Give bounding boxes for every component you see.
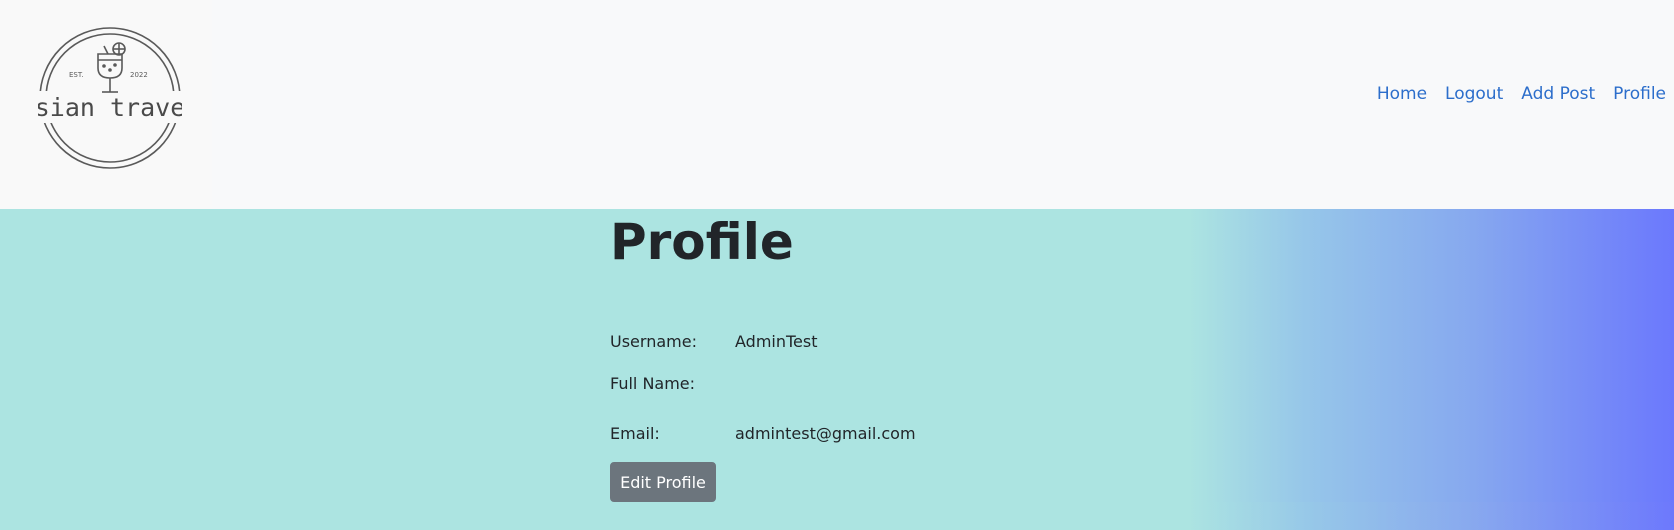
fullname-row: Full Name:	[610, 374, 735, 393]
logo-link[interactable]: EST. 2022 asian travel	[0, 0, 212, 209]
nav-link-logout[interactable]: Logout	[1436, 84, 1512, 104]
page-title: Profile	[610, 213, 794, 271]
logo-year-text: 2022	[130, 71, 148, 79]
asian-travel-logo: EST. 2022 asian travel	[38, 27, 182, 169]
nav-link-add-post[interactable]: Add Post	[1512, 84, 1604, 104]
nav-link-profile[interactable]: Profile	[1604, 84, 1674, 104]
email-label: Email:	[610, 424, 660, 443]
email-value: admintest@gmail.com	[735, 424, 916, 443]
username-row: Username: AdminTest	[610, 332, 818, 351]
fullname-label: Full Name:	[610, 374, 696, 393]
cocktail-icon	[97, 42, 126, 93]
logo-est-text: EST.	[69, 71, 84, 79]
username-value: AdminTest	[735, 332, 818, 351]
nav-links: Home Logout Add Post Profile	[1368, 84, 1674, 104]
logo-brand-text: asian travel	[38, 93, 182, 122]
email-row: Email: admintest@gmail.com	[610, 424, 916, 443]
main-content: Profile Username: AdminTest Full Name: E…	[0, 209, 1674, 530]
navbar: EST. 2022 asian travel Home Logout Add P…	[0, 0, 1674, 209]
bottom-strip	[0, 502, 1674, 530]
username-label: Username:	[610, 332, 697, 351]
nav-link-home[interactable]: Home	[1368, 84, 1436, 104]
edit-profile-button[interactable]: Edit Profile	[610, 462, 716, 502]
